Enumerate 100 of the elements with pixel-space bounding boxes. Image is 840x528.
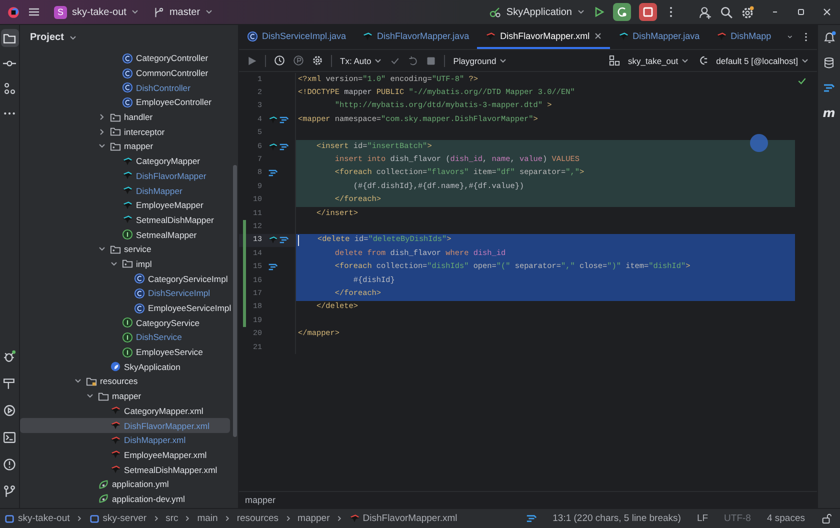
tree-item[interactable]: EmployeeController (20, 95, 230, 110)
bird-icon[interactable] (268, 235, 278, 246)
restore-icon[interactable] (796, 7, 806, 17)
check-icon[interactable] (390, 56, 400, 66)
tree-item[interactable]: application-dev.yml (20, 492, 230, 506)
breadcrumb-item[interactable]: src (166, 513, 178, 524)
tree-item[interactable]: SetmealDishMapper (20, 212, 230, 228)
history-icon[interactable] (274, 55, 285, 66)
rerun-button[interactable] (613, 3, 631, 21)
breadcrumb-item[interactable]: resources (236, 513, 279, 524)
change-marker[interactable] (243, 234, 246, 248)
tree-item[interactable]: service (20, 242, 230, 257)
tree-item[interactable]: SetmealMapper (20, 227, 230, 242)
breadcrumb-item[interactable]: sky-server (88, 513, 147, 524)
change-marker[interactable] (243, 260, 246, 274)
breadcrumb-item[interactable]: mapper (298, 513, 330, 524)
tree-item[interactable]: resources (20, 374, 230, 389)
check-icon[interactable] (797, 76, 807, 86)
search-icon[interactable] (720, 6, 733, 18)
tree-item[interactable]: SetmealDishMapper.xml (20, 462, 230, 477)
tree-item[interactable]: CategoryMapper (20, 154, 230, 168)
add-user-icon[interactable] (699, 6, 712, 18)
editor-tab[interactable]: DishMapp (708, 25, 780, 49)
change-marker[interactable] (243, 287, 246, 301)
tree-item[interactable]: DishMapper.xml (20, 432, 230, 448)
bird-icon[interactable] (268, 142, 278, 152)
navigate-icon[interactable] (526, 513, 537, 524)
tree-item[interactable]: EmployeeMapper.xml (20, 448, 230, 462)
tree-item[interactable]: CategoryMapper.xml (20, 404, 230, 418)
tree-item[interactable]: EmployeeService (20, 344, 230, 360)
navigate-icon[interactable] (279, 142, 289, 152)
editor-tab[interactable]: DishFlavorMapper.java (354, 25, 478, 49)
tree-item[interactable]: DishFlavorMapper (20, 168, 230, 184)
change-marker[interactable] (243, 220, 246, 234)
undo-icon[interactable] (408, 56, 418, 66)
stop-button[interactable] (639, 3, 657, 21)
editor-tab[interactable]: DishFlavorMapper.xml (477, 25, 610, 49)
settings-icon[interactable] (312, 55, 323, 66)
tree-item[interactable]: CategoryServiceImpl (20, 271, 230, 286)
menu-icon[interactable] (28, 6, 40, 18)
breadcrumb-item[interactable]: mapper (245, 495, 276, 505)
floating-button[interactable] (750, 134, 768, 152)
tree-item[interactable]: mapper (20, 139, 230, 154)
maven-tool-button[interactable]: m (822, 106, 836, 118)
datasource-dropdown[interactable]: default 5 [@localhost] (716, 56, 798, 66)
logo-icon[interactable] (7, 6, 20, 18)
tree-item[interactable]: CategoryController (20, 51, 230, 66)
breadcrumb-item[interactable]: sky-take-out (4, 513, 70, 524)
project-tool-button[interactable] (0, 29, 18, 47)
tree-item[interactable]: DishServiceImpl (20, 286, 230, 301)
navigate-icon[interactable] (279, 114, 289, 125)
project-switcher[interactable]: S sky-take-out (54, 6, 140, 18)
change-marker[interactable] (243, 247, 246, 260)
transaction-mode-dropdown[interactable]: Tx: Auto (340, 56, 372, 66)
line-separator[interactable]: LF (696, 513, 708, 524)
navigate-icon[interactable] (823, 82, 835, 94)
breadcrumb-item[interactable]: DishFlavorMapper.xml (348, 513, 458, 524)
editor-tab[interactable]: DishMapper.java (610, 25, 708, 49)
pin-icon[interactable] (293, 55, 304, 66)
settings-icon[interactable] (741, 6, 754, 18)
change-marker[interactable] (243, 300, 246, 314)
branch-switcher[interactable]: master (153, 6, 214, 18)
tree-item[interactable]: application.yml (20, 476, 230, 492)
database-icon[interactable] (823, 56, 835, 68)
stop-icon[interactable] (426, 56, 436, 66)
tree-item[interactable]: handler (20, 110, 230, 124)
tree-item[interactable]: EmployeeServiceImpl (20, 300, 230, 316)
tree-item[interactable]: interceptor (20, 124, 230, 140)
tree-item[interactable]: impl (20, 256, 230, 272)
schema-dropdown[interactable]: sky_take_out (628, 56, 678, 66)
run-icon[interactable] (247, 56, 257, 66)
run-configuration[interactable]: SkyApplication (489, 6, 585, 18)
scrollbar-thumb[interactable] (233, 165, 237, 437)
navigate-icon[interactable] (268, 168, 278, 178)
tree-item[interactable]: SkyApplication (20, 359, 230, 374)
tree-item[interactable]: CommonController (20, 66, 230, 80)
change-marker[interactable] (243, 314, 246, 328)
notifications-icon[interactable] (822, 31, 836, 44)
tree-item[interactable]: CategoryService (20, 315, 230, 330)
close-icon[interactable] (594, 32, 602, 40)
tree-item[interactable]: DishController (20, 80, 230, 96)
unlock-icon[interactable] (821, 513, 832, 524)
breadcrumb-item[interactable]: main (197, 513, 218, 524)
tree-item[interactable]: EmployeeMapper (20, 198, 230, 213)
tree-item[interactable]: DishService (20, 330, 230, 345)
panel-title[interactable]: Project (30, 32, 64, 43)
interface-icon (122, 229, 133, 240)
tree-item[interactable]: mapper (20, 388, 230, 404)
navigate-icon[interactable] (268, 262, 278, 272)
change-marker[interactable] (243, 274, 246, 288)
editor-tab[interactable]: DishServiceImpl.java (239, 25, 354, 49)
tree-item[interactable]: DishMapper (20, 183, 230, 198)
playground-dropdown[interactable]: Playground (453, 56, 496, 66)
close-icon[interactable] (822, 7, 832, 17)
bird-icon[interactable] (268, 114, 278, 125)
indent-setting[interactable]: 4 spaces (766, 513, 805, 524)
run-icon[interactable] (593, 6, 605, 18)
navigate-icon[interactable] (279, 235, 289, 246)
chevron-right-icon (224, 515, 231, 522)
caret-position[interactable]: 13:1 (220 chars, 5 line breaks) (552, 513, 681, 524)
